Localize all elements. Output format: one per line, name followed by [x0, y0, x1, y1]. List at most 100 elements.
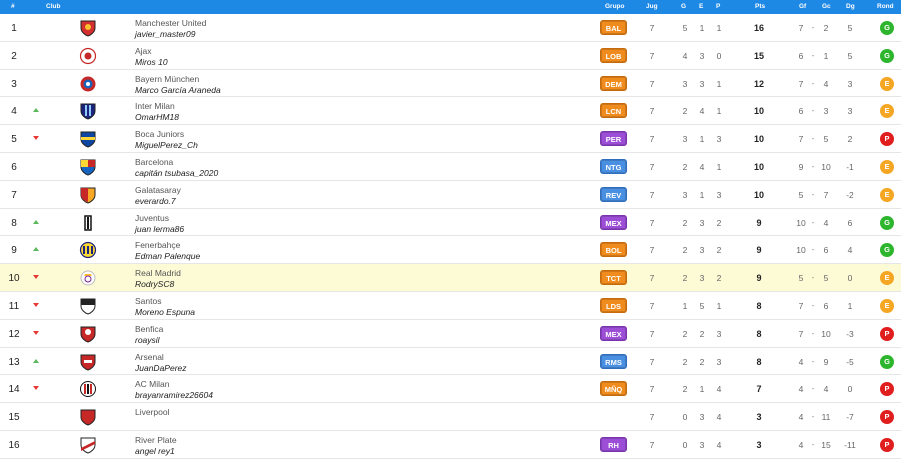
lost: 4: [716, 439, 722, 450]
table-row[interactable]: 2 Ajax Miros 10 LOB 7 4 3 0 15 6-1 5 G: [0, 41, 901, 70]
rond-badge: E: [880, 104, 894, 119]
played: 7: [649, 217, 655, 228]
crest-manutd-icon: [79, 19, 97, 37]
manager-name[interactable]: Moreno Espuna: [135, 307, 195, 317]
trend-down-icon: [33, 136, 39, 141]
group-badge[interactable]: BAL: [600, 20, 627, 35]
club-name[interactable]: Juventus: [135, 213, 169, 223]
manager-name[interactable]: OmarHM18: [135, 112, 179, 122]
club-name[interactable]: Inter Milan: [135, 101, 175, 111]
group-badge[interactable]: LDS: [600, 297, 627, 313]
crest-ajax-icon: [79, 47, 97, 65]
group-badge[interactable]: BOL: [600, 242, 627, 258]
trend-down-icon: [33, 275, 39, 280]
goals-against: 6: [823, 245, 829, 256]
goals-against: 15: [821, 439, 831, 450]
goal-difference: 6: [847, 217, 853, 228]
goal-difference: -11: [844, 439, 856, 450]
table-row[interactable]: 13 Arsenal JuanDaPerez RMS 7 2 2 3 8 4-9 -5 G: [0, 347, 901, 376]
crest-barcelona-icon: [79, 158, 97, 176]
position: 8: [11, 217, 17, 229]
club-name[interactable]: Manchester United: [135, 18, 206, 28]
manager-name[interactable]: angel rey1: [135, 446, 175, 456]
manager-name[interactable]: RodrySC8: [135, 279, 174, 289]
table-row[interactable]: 16 River Plate angel rey1 RH 7 0 3 4 3 4-15 -11 P: [0, 430, 901, 459]
manager-name[interactable]: juan lerma86: [135, 224, 184, 234]
club-name[interactable]: Boca Juniors: [135, 129, 184, 139]
club-name[interactable]: Santos: [135, 296, 161, 306]
group-badge[interactable]: RH: [600, 436, 627, 452]
table-row[interactable]: 10 Real Madrid RodrySC8 TCT 7 2 3 2 9 5-5 0 E: [0, 264, 901, 292]
manager-name[interactable]: capitán tsubasa_2020: [135, 168, 218, 178]
group-badge[interactable]: TCT: [600, 270, 627, 286]
rond-badge: G: [880, 48, 894, 63]
played: 7: [649, 439, 655, 450]
table-row[interactable]: 15 Liverpool 7 0 3 4 3 4-11 -7 P: [0, 403, 901, 431]
group-badge[interactable]: PER: [600, 131, 627, 147]
lost: 3: [716, 328, 722, 339]
table-row[interactable]: 8 Juventus juan lerma86 MEX 7 2 3 2 9 10-4 6 G: [0, 208, 901, 237]
table-row[interactable]: 11 Santos Moreno Espuna LDS 7 1 5 1 8 7-6 1 E: [0, 291, 901, 320]
manager-name[interactable]: javier_master09: [135, 29, 195, 39]
group-badge[interactable]: LCN: [600, 103, 627, 119]
club-name[interactable]: Bayern München: [135, 74, 199, 84]
crest-santos-icon: [79, 297, 97, 315]
manager-name[interactable]: roaysil: [135, 335, 160, 345]
points: 3: [756, 439, 762, 450]
crest-benfica-icon: [79, 325, 97, 343]
club-name[interactable]: Benfica: [135, 324, 163, 334]
header-gf: Gf: [799, 3, 807, 10]
group-badge[interactable]: MÑQ: [600, 381, 627, 397]
club-name[interactable]: Galatasaray: [135, 185, 181, 195]
goal-difference: -7: [846, 412, 854, 423]
played: 7: [649, 106, 655, 117]
position: 6: [11, 161, 17, 173]
club-name[interactable]: AC Milan: [135, 379, 169, 389]
club-name[interactable]: Arsenal: [135, 352, 164, 362]
position: 14: [8, 384, 20, 396]
club-name[interactable]: Liverpool: [135, 407, 170, 417]
lost: 3: [716, 189, 722, 200]
table-row[interactable]: 14 AC Milan brayanramirez26604 MÑQ 7 2 1 4 7 4-4 0…: [0, 375, 901, 404]
manager-name[interactable]: Edman Palenque: [135, 251, 200, 261]
goals-against: 9: [823, 356, 829, 367]
group-badge[interactable]: LOB: [600, 47, 627, 63]
manager-name[interactable]: MiguelPerez_Ch: [135, 140, 198, 150]
manager-name[interactable]: JuanDaPerez: [135, 363, 187, 373]
table-row[interactable]: 4 Inter Milan OmarHM18 LCN 7 2 4 1 10 6-3 3 E: [0, 97, 901, 126]
goals-against: 1: [823, 50, 829, 61]
club-name[interactable]: Fenerbahçe: [135, 240, 180, 250]
group-badge[interactable]: MEX: [600, 325, 627, 341]
group-badge[interactable]: NTG: [600, 158, 627, 174]
club-name[interactable]: Ajax: [135, 46, 152, 56]
club-name[interactable]: Real Madrid: [135, 268, 181, 278]
manager-name[interactable]: everardo.7: [135, 196, 176, 206]
club-name[interactable]: River Plate: [135, 435, 177, 445]
group-badge[interactable]: MEX: [600, 214, 627, 230]
group-badge[interactable]: RMS: [600, 353, 627, 369]
group-badge[interactable]: DEM: [600, 75, 627, 91]
goal-difference: -2: [846, 189, 854, 200]
table-row[interactable]: 1 Manchester United javier_master09 BAL 7 5 1 1…: [0, 14, 901, 42]
manager-name[interactable]: brayanramirez26604: [135, 390, 213, 400]
group-badge[interactable]: REV: [600, 186, 627, 202]
header-lost: P: [716, 3, 721, 10]
club-name[interactable]: Barcelona: [135, 157, 173, 167]
points: 7: [756, 384, 762, 395]
table-row[interactable]: 3 Bayern München Marco García Araneda DEM 7 3…: [0, 69, 901, 98]
goals-against: 5: [823, 273, 829, 284]
table-row[interactable]: 6 Barcelona capitán tsubasa_2020 NTG 7 2 4 1 10 9…: [0, 152, 901, 181]
table-row[interactable]: 7 Galatasaray everardo.7 REV 7 3 1 3 10 5-7 -2 E: [0, 180, 901, 209]
table-row[interactable]: 12 Benfica roaysil MEX 7 2 2 3 8 7-10 -3 P: [0, 319, 901, 348]
table-row[interactable]: 9 Fenerbahçe Edman Palenque BOL 7 2 3 2 9 10-6 4 G: [0, 236, 901, 265]
table-row[interactable]: 5 Boca Juniors MiguelPerez_Ch PER 7 3 1 3 10 7-5 2…: [0, 125, 901, 153]
manager-name[interactable]: Marco García Araneda: [135, 85, 221, 95]
trend-down-icon: [33, 386, 39, 391]
rond-badge: E: [880, 159, 894, 174]
goal-difference: -3: [846, 328, 854, 339]
points: 10: [753, 189, 764, 200]
table-body: 1 Manchester United javier_master09 BAL 7 5 1 1…: [0, 14, 901, 459]
manager-name[interactable]: Miros 10: [135, 57, 168, 67]
rond-badge: E: [880, 271, 894, 286]
rond-badge: G: [880, 21, 894, 35]
